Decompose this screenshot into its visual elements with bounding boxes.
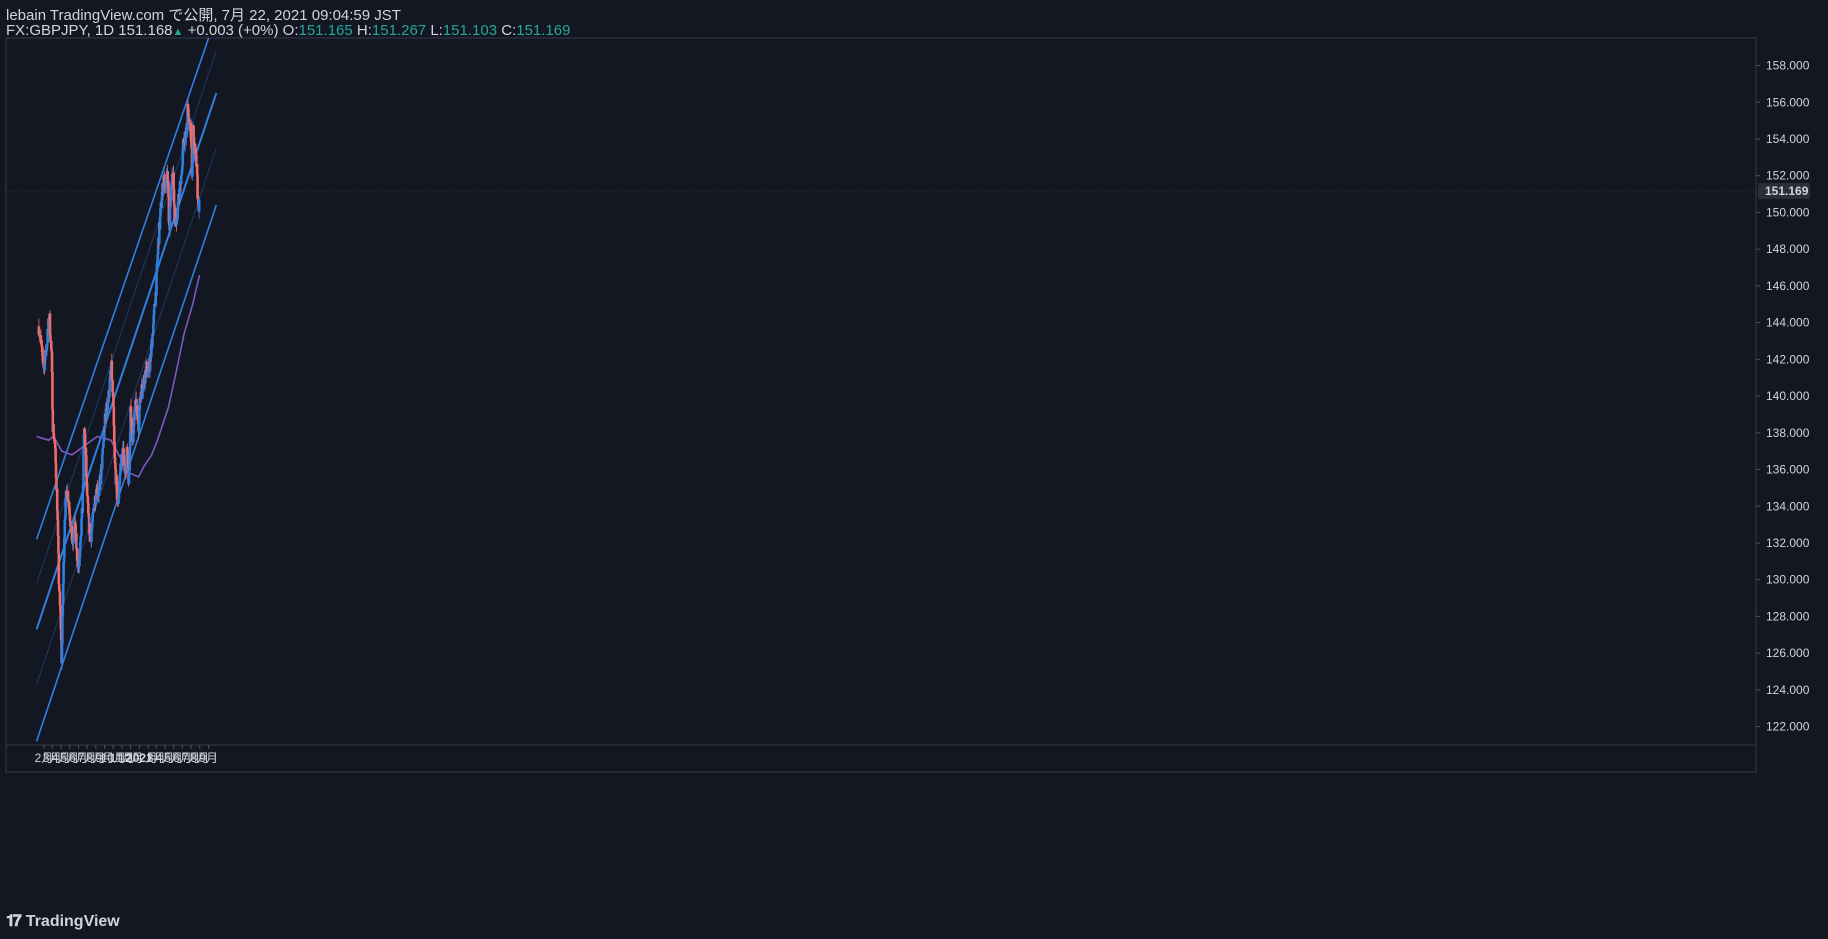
y-tick-label: 140.000: [1766, 389, 1810, 403]
y-tick-label: 136.000: [1766, 463, 1810, 477]
y-tick-label: 146.000: [1766, 279, 1810, 293]
candle-body: [100, 454, 104, 470]
time-axis[interactable]: 2月3月4月5月6月7月8月9月10月11月12月20212月3月4月5月6月7…: [6, 744, 1756, 765]
y-tick-label: 158.000: [1766, 59, 1810, 73]
candle-body: [148, 361, 152, 372]
candle-body: [160, 200, 163, 208]
y-tick-label: 142.000: [1766, 352, 1810, 366]
y-tick-label: 150.000: [1766, 205, 1810, 219]
current-price-label: 151.169: [6, 182, 1810, 199]
y-tick-label: 148.000: [1766, 242, 1810, 256]
candle-body: [85, 455, 88, 477]
candle-body: [169, 187, 173, 201]
price-axis[interactable]: 158.000 156.000 154.000 152.000 150.000 148.0…: [1755, 38, 1810, 772]
y-tick-label: 130.000: [1766, 573, 1810, 587]
y-tick-label: 134.000: [1766, 499, 1810, 513]
candle-body: [181, 164, 184, 171]
y-tick-label: 138.000: [1766, 426, 1810, 440]
y-tick-label: 122.000: [1766, 720, 1810, 734]
ma-line: [36, 274, 201, 478]
y-tick-label: 128.000: [1766, 609, 1810, 623]
candle-body: [106, 403, 110, 410]
candle-body: [54, 448, 57, 464]
y-tick-label: 156.000: [1766, 95, 1810, 109]
candle-body: [60, 643, 64, 664]
price-chart[interactable]: 158.000 156.000 154.000 152.000 150.000 148.0…: [0, 0, 1828, 939]
y-tick-label: 132.000: [1766, 536, 1810, 550]
brand-logo[interactable]: 𝟏𝟕 TradingView: [6, 913, 120, 931]
candle-body: [197, 199, 201, 212]
y-tick-label: 126.000: [1766, 646, 1810, 660]
plot-border: [5, 37, 1757, 773]
y-tick-label: 124.000: [1766, 683, 1810, 697]
y-tick-label: 152.000: [1766, 169, 1810, 183]
y-tick-label: 154.000: [1766, 132, 1810, 146]
y-tick-label: 144.000: [1766, 316, 1810, 330]
candle-body: [176, 200, 180, 211]
tradingview-logo-icon: 𝟏𝟕: [6, 913, 22, 930]
x-tick-label: 9月: [199, 751, 218, 765]
candle-body: [57, 553, 61, 584]
candle-body: [50, 351, 54, 372]
candle-body: [51, 371, 54, 410]
moving-average: [36, 274, 201, 478]
candle-body: [80, 518, 83, 536]
brand-name: TradingView: [25, 913, 120, 930]
chart-grid: [5, 37, 1757, 773]
candle-body: [108, 377, 112, 392]
current-price-text: 151.169: [1765, 184, 1809, 198]
